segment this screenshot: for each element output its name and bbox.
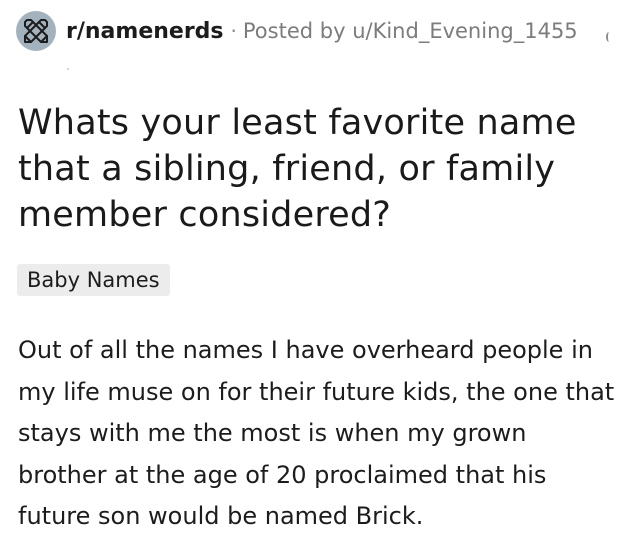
divider-speck bbox=[67, 68, 69, 70]
post-body: Out of all the names I have overheard pe… bbox=[18, 336, 615, 530]
posted-by: Posted by u/Kind_Evening_1455 bbox=[243, 19, 578, 43]
crossed-pencils-icon bbox=[24, 19, 48, 43]
subreddit-link[interactable]: r/namenerds bbox=[66, 19, 224, 44]
author-link[interactable]: u/Kind_Evening_1455 bbox=[352, 19, 577, 43]
meta-separator: · bbox=[230, 19, 237, 43]
subreddit-avatar[interactable] bbox=[16, 11, 56, 51]
reddit-post: r/namenerds · Posted by u/Kind_Evening_1… bbox=[0, 0, 618, 546]
overflow-menu-icon[interactable] bbox=[606, 32, 612, 42]
post-title[interactable]: Whats your least favorite name that a si… bbox=[18, 100, 608, 238]
post-meta: r/namenerds · Posted by u/Kind_Evening_1… bbox=[16, 11, 578, 51]
post-flair[interactable]: Baby Names bbox=[17, 264, 170, 296]
posted-by-prefix: Posted by bbox=[242, 19, 346, 43]
